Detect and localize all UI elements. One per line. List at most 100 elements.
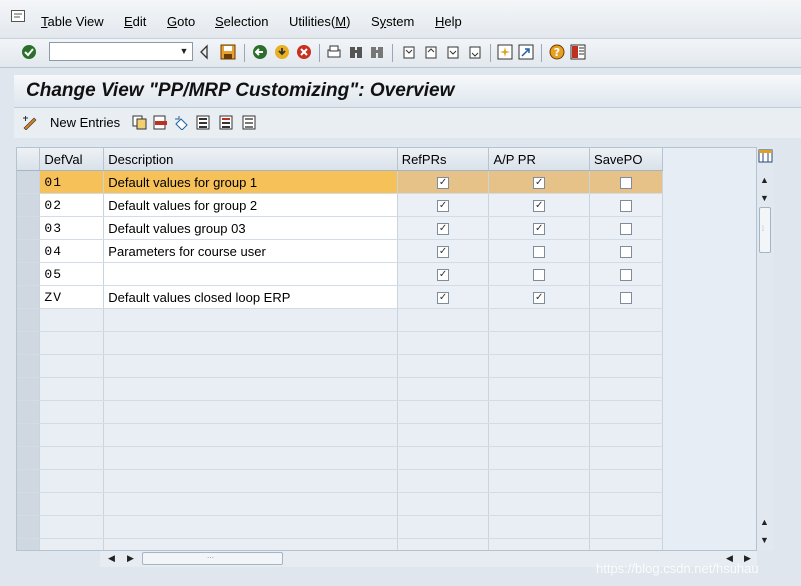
checked-checkbox[interactable]: ✓	[437, 269, 450, 282]
table-row[interactable]: 03 Default values group 03 ✓ ✓	[17, 216, 756, 240]
deselect-all-icon[interactable]	[242, 115, 257, 130]
menu-edit[interactable]: Edit	[124, 14, 146, 29]
row-selector[interactable]	[17, 193, 41, 217]
previous-page-icon[interactable]	[423, 44, 439, 60]
row-selector[interactable]	[17, 285, 41, 309]
checked-checkbox[interactable]: ✓	[437, 177, 450, 190]
command-field[interactable]: ▼	[49, 42, 193, 61]
unchecked-checkbox[interactable]	[619, 292, 632, 305]
save-icon[interactable]	[220, 44, 236, 60]
back-triangle-icon[interactable]	[199, 44, 209, 60]
table-settings-icon[interactable]	[758, 149, 773, 163]
cell-description[interactable]: Default values closed loop ERP	[103, 285, 398, 309]
scroll-right-icon[interactable]: ▶	[127, 553, 134, 564]
empty-table-row[interactable]	[17, 538, 756, 550]
checked-checkbox[interactable]: ✓	[533, 292, 546, 305]
checked-checkbox[interactable]: ✓	[437, 200, 450, 213]
row-selector[interactable]	[17, 262, 41, 286]
unchecked-checkbox[interactable]	[619, 269, 632, 282]
row-selector[interactable]	[17, 515, 41, 539]
unchecked-checkbox[interactable]	[619, 177, 632, 190]
horizontal-scroll-thumb[interactable]: ⋯	[142, 552, 283, 565]
column-header-savepo[interactable]: SavePO	[589, 148, 663, 171]
row-selector[interactable]	[17, 538, 41, 550]
checked-checkbox[interactable]: ✓	[437, 223, 450, 236]
layout-icon[interactable]	[570, 44, 586, 60]
checked-checkbox[interactable]: ✓	[437, 292, 450, 305]
select-all-icon[interactable]	[196, 115, 211, 130]
help-icon[interactable]: ?	[549, 44, 565, 60]
scroll-left-icon[interactable]: ◀	[108, 553, 115, 564]
exit-icon[interactable]	[274, 44, 290, 60]
copy-as-icon[interactable]	[132, 115, 147, 130]
column-header-description[interactable]: Description	[103, 148, 398, 171]
row-selector[interactable]	[17, 423, 41, 447]
empty-table-row[interactable]	[17, 400, 756, 424]
last-page-icon[interactable]	[467, 44, 483, 60]
row-selector[interactable]	[17, 377, 41, 401]
row-selector[interactable]	[17, 354, 41, 378]
back-icon[interactable]	[252, 44, 268, 60]
checked-checkbox[interactable]: ✓	[533, 177, 546, 190]
table-row[interactable]: 02 Default values for group 2 ✓ ✓	[17, 193, 756, 217]
menu-help[interactable]: Help	[435, 14, 462, 29]
scroll-page-down-icon[interactable]: ▼	[760, 535, 769, 545]
column-header-defval[interactable]: DefVal	[39, 148, 105, 171]
cell-defval[interactable]: 05	[39, 262, 105, 286]
menu-utilities[interactable]: Utilities(M)	[289, 14, 350, 29]
scroll-up-icon[interactable]: ▲	[760, 175, 769, 185]
cell-defval[interactable]: 03	[39, 216, 105, 240]
cell-description[interactable]: Parameters for course user	[103, 239, 398, 263]
shortcut-icon[interactable]	[518, 44, 534, 60]
unchecked-checkbox[interactable]	[619, 223, 632, 236]
empty-table-row[interactable]	[17, 308, 756, 332]
checked-checkbox[interactable]: ✓	[533, 200, 546, 213]
cell-description[interactable]: Default values group 03	[103, 216, 398, 240]
unchecked-checkbox[interactable]	[619, 200, 632, 213]
row-selector[interactable]	[17, 492, 41, 516]
scroll-page-up-icon[interactable]: ▲	[760, 517, 769, 527]
column-header-ap-pr[interactable]: A/P PR	[488, 148, 591, 171]
menu-goto[interactable]: Goto	[167, 14, 195, 29]
delete-icon[interactable]	[153, 115, 168, 130]
menu-table-view[interactable]: Table View	[41, 14, 104, 29]
cancel-icon[interactable]	[296, 44, 312, 60]
vertical-scroll-thumb[interactable]: ⁞	[759, 207, 771, 253]
select-block-icon[interactable]	[219, 115, 234, 130]
cell-defval[interactable]: 01	[39, 170, 105, 194]
cell-defval[interactable]: 02	[39, 193, 105, 217]
table-row[interactable]: 04 Parameters for course user ✓	[17, 239, 756, 263]
cell-defval[interactable]: ZV	[39, 285, 105, 309]
row-selector[interactable]	[17, 170, 41, 194]
row-selector[interactable]	[17, 331, 41, 355]
empty-table-row[interactable]	[17, 469, 756, 493]
enter-icon[interactable]	[21, 44, 37, 60]
empty-table-row[interactable]	[17, 446, 756, 470]
empty-table-row[interactable]	[17, 377, 756, 401]
scroll-down-icon[interactable]: ▼	[760, 193, 769, 203]
menu-list-icon[interactable]	[11, 10, 25, 22]
table-row[interactable]: 05 ✓	[17, 262, 756, 286]
new-entries-button[interactable]: New Entries	[50, 115, 120, 130]
undo-change-icon[interactable]	[174, 115, 189, 130]
row-selector[interactable]	[17, 308, 41, 332]
print-icon[interactable]	[326, 44, 342, 60]
row-selector[interactable]	[17, 400, 41, 424]
cell-description[interactable]: Default values for group 2	[103, 193, 398, 217]
empty-table-row[interactable]	[17, 423, 756, 447]
find-next-icon[interactable]	[369, 44, 385, 60]
first-page-icon[interactable]	[401, 44, 417, 60]
change-display-icon[interactable]	[22, 115, 37, 130]
unchecked-checkbox[interactable]	[619, 246, 632, 259]
empty-table-row[interactable]	[17, 492, 756, 516]
table-row[interactable]: ZV Default values closed loop ERP ✓ ✓	[17, 285, 756, 309]
unchecked-checkbox[interactable]	[533, 269, 546, 282]
empty-table-row[interactable]	[17, 331, 756, 355]
checked-checkbox[interactable]: ✓	[437, 246, 450, 259]
empty-table-row[interactable]	[17, 354, 756, 378]
next-page-icon[interactable]	[445, 44, 461, 60]
cell-description[interactable]	[103, 262, 398, 286]
row-selector[interactable]	[17, 239, 41, 263]
row-selector[interactable]	[17, 469, 41, 493]
cell-description[interactable]: Default values for group 1	[103, 170, 398, 194]
